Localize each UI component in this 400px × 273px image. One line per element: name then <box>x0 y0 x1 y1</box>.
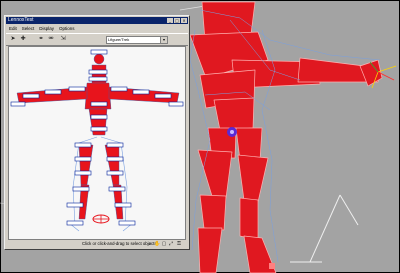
status-bar: Click or click-and-drag to select object… <box>6 240 188 248</box>
zoom-icon[interactable]: ⌕ <box>147 241 153 247</box>
scale-icon[interactable]: ⇲ <box>59 35 67 43</box>
minimize-icon[interactable]: _ <box>167 18 173 23</box>
window-title: LennoxTest <box>8 17 34 23</box>
region-icon[interactable]: ▢ <box>161 241 167 247</box>
pan-icon[interactable]: ✋ <box>154 241 160 247</box>
schematic-canvas[interactable] <box>8 46 186 240</box>
chevron-down-icon[interactable]: ▾ <box>160 36 168 44</box>
window-title-bar[interactable]: LennoxTest _ □ × <box>6 17 188 24</box>
toolbar: ➤ ✚ ⚭ ⚮ ⇲ Lfigure/Trek ▾ <box>6 33 188 46</box>
select-arrow-icon[interactable]: ➤ <box>9 35 17 43</box>
link-icon[interactable]: ⚭ <box>37 35 45 43</box>
menu-display[interactable]: Display <box>39 25 54 32</box>
name-field[interactable]: Lfigure/Trek <box>106 36 161 44</box>
maximize-icon[interactable]: □ <box>174 18 180 23</box>
fit-icon[interactable]: ⤢ <box>168 241 174 247</box>
menu-select[interactable]: Select <box>22 25 35 32</box>
close-icon[interactable]: × <box>181 18 187 23</box>
menu-options[interactable]: Options <box>59 25 75 32</box>
status-text: Click or click-and-drag to select object… <box>82 241 157 246</box>
menu-edit[interactable]: Edit <box>9 25 17 32</box>
menu-bar: Edit Select Display Options <box>6 25 188 32</box>
lock-icon[interactable]: ⚿ <box>176 241 182 247</box>
add-icon[interactable]: ✚ <box>19 35 27 43</box>
unlink-icon[interactable]: ⚮ <box>47 35 55 43</box>
lennox-test-window[interactable]: LennoxTest _ □ × Edit Select Display Opt… <box>4 15 190 250</box>
